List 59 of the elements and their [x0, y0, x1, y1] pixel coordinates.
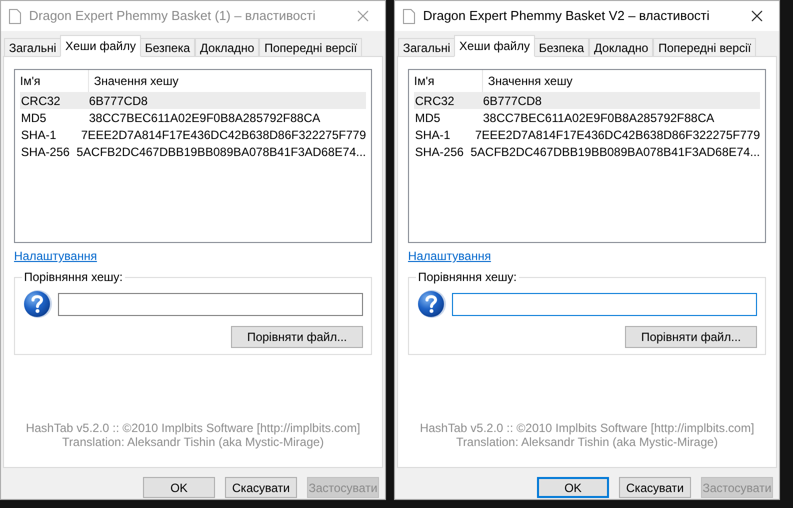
hash-row[interactable]: MD5 38CC7BEC611A02E9F0B8A285792F88CA — [414, 109, 760, 126]
hash-name: MD5 — [414, 110, 442, 126]
hash-row[interactable]: SHA-256 5ACFB2DC467DBB19BB089BA078B41F3AD68E74... — [20, 143, 366, 160]
dialog-button[interactable]: OK — [143, 477, 215, 498]
hash-value: 38CC7BEC611A02E9F0B8A285792F88CA — [89, 110, 320, 126]
tab[interactable]: Безпека — [140, 38, 196, 57]
dialog-button[interactable]: Скасувати — [619, 477, 691, 498]
compare-file-button[interactable]: Порівняти файл... — [625, 326, 757, 348]
hash-name: SHA-256 — [20, 144, 71, 160]
hash-name: CRC32 — [414, 92, 456, 110]
hash-row[interactable]: SHA-256 5ACFB2DC467DBB19BB089BA078B41F3AD68E74... — [414, 143, 760, 160]
settings-link[interactable]: Налаштування — [408, 247, 491, 265]
hash-value: 7EEE2D7A814F17E436DC42B638D86F322275F779 — [81, 126, 366, 144]
group-label: Порівняння хешу: — [22, 270, 125, 284]
question-icon — [417, 289, 447, 319]
group-label: Порівняння хешу: — [416, 270, 519, 284]
file-icon — [9, 8, 21, 24]
column-header[interactable]: Значення хешу — [483, 70, 765, 92]
hash-value: 6B777CD8 — [483, 92, 542, 110]
tab[interactable]: Хеши файлу — [454, 35, 535, 57]
question-icon — [23, 289, 53, 319]
dialog-button[interactable]: OK — [537, 477, 609, 498]
compare-file-button[interactable]: Порівняти файл... — [231, 326, 363, 348]
window-title: Dragon Expert Phemmy Basket (1) – властивості — [29, 7, 317, 26]
hash-input[interactable] — [452, 292, 757, 316]
tab[interactable]: Загальні — [398, 38, 456, 57]
hash-name: SHA-1 — [20, 126, 58, 144]
tab[interactable]: Загальні — [4, 38, 62, 57]
credit-text: Translation: Aleksandr Tishin (aka Mystic-Mirage) — [62, 435, 324, 449]
settings-link[interactable]: Налаштування — [14, 247, 97, 265]
hash-name: CRC32 — [20, 92, 62, 110]
hash-row[interactable]: SHA-1 7EEE2D7A814F17E436DC42B638D86F322275F779 — [20, 126, 366, 143]
column-header[interactable]: Значення хешу — [89, 70, 371, 92]
hash-name: SHA-1 — [414, 126, 452, 144]
hash-row[interactable]: CRC32 6B777CD8 — [20, 92, 366, 109]
hash-value: 5ACFB2DC467DBB19BB089BA078B41F3AD68E74... — [76, 144, 366, 160]
hash-value: 38CC7BEC611A02E9F0B8A285792F88CA — [483, 110, 714, 126]
hash-name: MD5 — [20, 110, 48, 126]
hash-input[interactable] — [58, 292, 363, 316]
tab[interactable]: Безпека — [534, 38, 590, 57]
credit-text: HashTab v5.2.0 :: ©2010 Implbits Software [http://implbits.com] — [420, 421, 754, 435]
close-icon[interactable] — [751, 10, 763, 22]
hash-row[interactable]: CRC32 6B777CD8 — [414, 92, 760, 109]
tab[interactable]: Попередні версії — [653, 38, 756, 57]
hash-row[interactable]: MD5 38CC7BEC611A02E9F0B8A285792F88CA — [20, 109, 366, 126]
tab[interactable]: Хеши файлу — [60, 35, 141, 57]
credit-text: HashTab v5.2.0 :: ©2010 Implbits Software [http://implbits.com] — [26, 421, 360, 435]
hash-row[interactable]: SHA-1 7EEE2D7A814F17E436DC42B638D86F322275F779 — [414, 126, 760, 143]
tab[interactable]: Докладно — [195, 38, 260, 57]
file-icon — [403, 8, 415, 24]
hash-name: SHA-256 — [414, 144, 465, 160]
window-title: Dragon Expert Phemmy Basket V2 – властивості — [423, 7, 711, 26]
tab[interactable]: Докладно — [589, 38, 654, 57]
hash-value: 7EEE2D7A814F17E436DC42B638D86F322275F779 — [475, 126, 760, 144]
hash-value: 5ACFB2DC467DBB19BB089BA078B41F3AD68E74... — [470, 144, 760, 160]
tab[interactable]: Попередні версії — [259, 38, 362, 57]
dialog-button[interactable]: Скасувати — [225, 477, 297, 498]
credit-text: Translation: Aleksandr Tishin (aka Mystic-Mirage) — [456, 435, 718, 449]
hash-value: 6B777CD8 — [89, 92, 148, 110]
